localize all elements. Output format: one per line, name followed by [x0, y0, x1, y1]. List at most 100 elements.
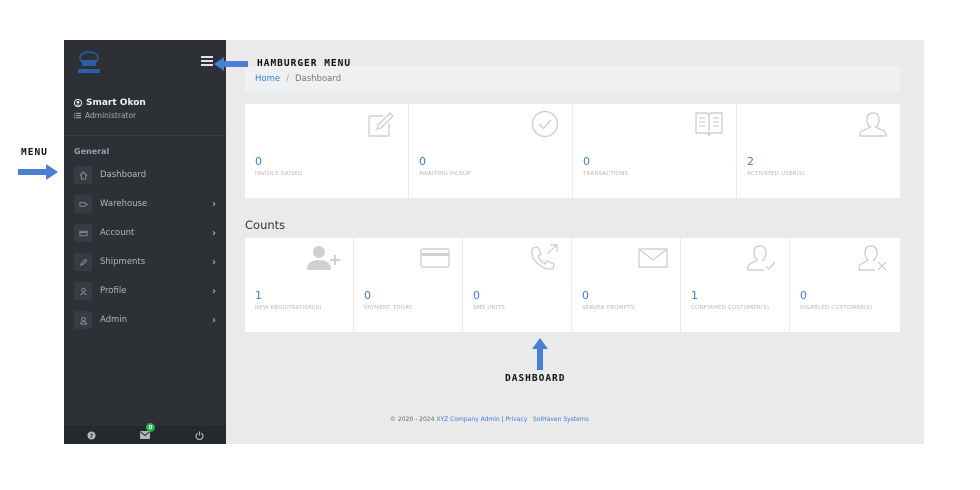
hamburger-bar	[201, 60, 213, 62]
svg-text:?: ?	[89, 432, 93, 439]
count-card-payment-today[interactable]: 0 PAYMENT TODAY	[354, 238, 462, 332]
user-name: Smart Okon	[86, 98, 146, 108]
menu-annotation-label: MENU	[21, 147, 48, 158]
chevron-right-icon: ›	[212, 227, 216, 239]
user-x-icon	[858, 244, 888, 276]
check-circle-icon	[530, 110, 560, 142]
sidebar-item-dashboard[interactable]: Dashboard	[64, 163, 226, 187]
stat-value: 2	[747, 155, 754, 168]
count-label: PAYMENT TODAY	[364, 305, 413, 311]
count-value: 1	[691, 289, 698, 302]
sidebar-item-shipments[interactable]: Shipments ›	[64, 250, 226, 274]
breadcrumb-current: Dashboard	[294, 74, 342, 84]
hamburger-annotation-label: HAMBURGER MENU	[257, 58, 352, 69]
menu-annotation-arrow	[18, 164, 58, 180]
mail-icon[interactable]: 0	[140, 423, 155, 440]
count-label: SMS UNITS	[473, 305, 505, 311]
user-plus-icon	[305, 244, 341, 276]
sidebar-item-admin[interactable]: Admin ›	[64, 308, 226, 332]
chevron-right-icon: ›	[212, 285, 216, 297]
nav-section-label: General	[74, 147, 110, 156]
breadcrumb-home-link[interactable]: Home	[255, 74, 280, 84]
breadcrumb: Home / Dashboard	[245, 66, 900, 92]
user-name-row: Smart Okon	[74, 98, 146, 108]
hamburger-bar	[201, 56, 213, 58]
sidebar-divider	[64, 135, 226, 136]
mail-badge: 0	[146, 423, 155, 432]
envelope-icon	[638, 244, 668, 276]
home-icon	[74, 166, 92, 184]
sidebar-item-account[interactable]: Account ›	[64, 221, 226, 245]
brand-logo[interactable]	[73, 48, 105, 78]
stat-value: 0	[583, 155, 590, 168]
count-value: 1	[255, 289, 262, 302]
copyright-text: © 2020 - 2024	[390, 416, 437, 423]
user-circle-icon	[74, 99, 82, 107]
sidebar-item-warehouse[interactable]: Warehouse ›	[64, 192, 226, 216]
card-icon	[74, 224, 92, 242]
user-check-icon	[747, 244, 777, 276]
count-card-disabled-customers[interactable]: 0 DISABLED CUSTOMER(S)	[790, 238, 900, 332]
chevron-right-icon: ›	[212, 256, 216, 268]
user-role-row: Administrator	[74, 111, 146, 120]
credit-card-icon	[420, 244, 450, 276]
sidebar-item-label: Admin	[100, 315, 128, 325]
count-card-confirmed-customers[interactable]: 1 CONFIRMED CUSTOMER(S)	[681, 238, 789, 332]
user-role: Administrator	[85, 111, 137, 120]
partner-link[interactable]: SolHaven Systems	[533, 416, 589, 423]
stat-value: 0	[255, 155, 262, 168]
dashboard-annotation-label: DASHBOARD	[505, 373, 566, 384]
sidebar-item-label: Warehouse	[100, 199, 148, 209]
user-outline-icon	[858, 110, 888, 142]
stat-card-transactions[interactable]: 0 TRANSACTIONS	[573, 104, 736, 198]
stat-value: 0	[419, 155, 426, 168]
count-value: 0	[364, 289, 371, 302]
user-icon	[74, 311, 92, 329]
book-icon	[694, 110, 724, 142]
count-label: DISABLED CUSTOMER(S)	[800, 305, 873, 311]
stat-label: INVOICE RAISED	[255, 171, 303, 177]
sidebar-item-label: Dashboard	[100, 170, 147, 180]
counts-row: 1 NEW REGISTRATION(S) 0 PAYMENT TODAY 0 …	[245, 238, 900, 332]
counts-heading: Counts	[245, 218, 286, 232]
stat-card-activated-users[interactable]: 2 ACTIVATED USER(S)	[737, 104, 900, 198]
hamburger-annotation-arrow	[214, 57, 248, 71]
warehouse-icon	[74, 195, 92, 213]
chevron-right-icon: ›	[212, 314, 216, 326]
profile-icon	[74, 282, 92, 300]
power-icon[interactable]	[194, 430, 204, 440]
stat-label: AWAITING PICKUP	[419, 171, 471, 177]
page-footer: © 2020 - 2024 XYZ Company Admin | Privac…	[390, 416, 589, 423]
sidebar-footer: ? 0	[64, 423, 226, 444]
count-card-new-registrations[interactable]: 1 NEW REGISTRATION(S)	[245, 238, 353, 332]
dashboard-annotation-arrow	[532, 338, 548, 370]
count-label: SERVER PROMPTS	[582, 305, 635, 311]
count-label: NEW REGISTRATION(S)	[255, 305, 322, 311]
stat-card-invoice[interactable]: 0 INVOICE RAISED	[245, 104, 408, 198]
hamburger-menu-button[interactable]	[201, 56, 213, 68]
company-link[interactable]: XYZ Company Admin	[436, 416, 499, 423]
edit-icon	[366, 110, 396, 142]
stats-row: 0 INVOICE RAISED 0 AWAITING PICKUP 0 TRA…	[245, 104, 900, 198]
sidebar-item-label: Profile	[100, 286, 127, 296]
count-card-sms-units[interactable]: 0 SMS UNITS	[463, 238, 571, 332]
sidebar-item-profile[interactable]: Profile ›	[64, 279, 226, 303]
count-value: 0	[800, 289, 807, 302]
privacy-link[interactable]: Privacy	[506, 416, 528, 423]
sidebar: Smart Okon Administrator General Dashboa…	[64, 40, 226, 444]
admin-app: Smart Okon Administrator General Dashboa…	[64, 40, 924, 444]
count-card-server-prompts[interactable]: 0 SERVER PROMPTS	[572, 238, 680, 332]
stat-card-awaiting-pickup[interactable]: 0 AWAITING PICKUP	[409, 104, 572, 198]
sidebar-item-label: Shipments	[100, 257, 146, 267]
breadcrumb-separator: /	[286, 74, 289, 84]
count-label: CONFIRMED CUSTOMER(S)	[691, 305, 770, 311]
count-value: 0	[473, 289, 480, 302]
hamburger-bar	[201, 64, 213, 66]
sidebar-item-label: Account	[100, 228, 135, 238]
help-icon[interactable]: ?	[86, 430, 96, 440]
stat-label: ACTIVATED USER(S)	[747, 171, 806, 177]
list-icon	[74, 112, 81, 119]
stat-label: TRANSACTIONS	[583, 171, 629, 177]
user-panel: Smart Okon Administrator	[74, 98, 146, 120]
phone-outgoing-icon	[529, 244, 559, 276]
